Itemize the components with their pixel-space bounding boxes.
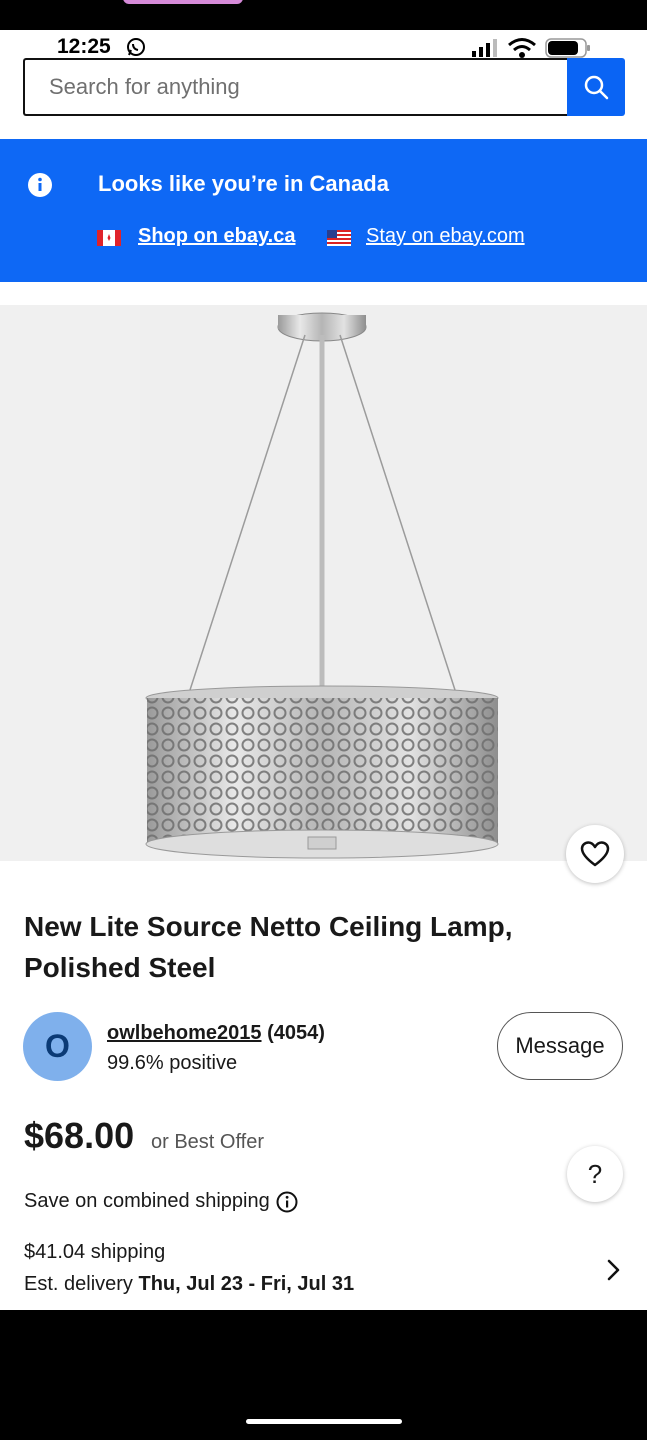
heart-icon <box>580 841 610 867</box>
seller-feedback-percent: 99.6% positive <box>107 1052 238 1074</box>
search-button[interactable] <box>567 58 625 116</box>
search-field[interactable] <box>23 58 569 116</box>
screen: 12:25 Search for anything Looks like you… <box>0 30 647 1310</box>
battery-icon <box>545 38 590 58</box>
product-image[interactable] <box>0 305 647 861</box>
product-title: New Lite Source Netto Ceiling Lamp, Poli… <box>24 911 513 983</box>
combined-shipping-label: Save on combined shipping <box>24 1190 270 1212</box>
item-price: $68.00 <box>24 1115 135 1156</box>
seller-feedback-score: (4054) <box>267 1022 325 1044</box>
delivery-dates: Thu, Jul 23 - Fri, Jul 31 <box>138 1273 355 1295</box>
wifi-icon <box>508 38 536 58</box>
pendant-lamp-image <box>140 305 510 861</box>
combined-shipping[interactable]: Save on combined shipping <box>24 1190 298 1213</box>
chevron-right-icon[interactable] <box>603 1258 623 1282</box>
estimated-delivery: Est. delivery Thu, Jul 23 - Fri, Jul 31 <box>24 1273 354 1296</box>
info-icon <box>28 173 52 197</box>
shop-ebay-ca-link[interactable]: Shop on ebay.ca <box>138 225 295 248</box>
best-offer-label: or Best Offer <box>151 1131 265 1153</box>
shipping-cost: $41.04 shipping <box>24 1241 166 1263</box>
whatsapp-icon <box>127 38 145 56</box>
message-seller-button[interactable]: Message <box>497 1012 623 1080</box>
search-input[interactable] <box>25 60 569 114</box>
canada-flag-icon <box>97 230 121 246</box>
stay-ebay-com-link[interactable]: Stay on ebay.com <box>366 225 525 248</box>
seller-info: owlbehome2015 (4054) <box>107 1022 325 1045</box>
us-flag-icon <box>327 230 351 246</box>
dynamic-island-indicator <box>123 0 243 4</box>
status-bar: 12:25 <box>0 30 647 60</box>
info-outline-icon[interactable] <box>276 1191 298 1213</box>
help-button[interactable]: ? <box>567 1146 623 1202</box>
seller-username-link[interactable]: owlbehome2015 <box>107 1022 262 1044</box>
seller-avatar[interactable]: O <box>23 1012 92 1081</box>
watchlist-heart-button[interactable] <box>566 825 624 883</box>
delivery-prefix: Est. delivery <box>24 1273 133 1295</box>
search-icon <box>584 75 609 100</box>
home-indicator[interactable] <box>246 1419 402 1424</box>
signal-icon <box>472 39 497 57</box>
location-message: Looks like you’re in Canada <box>98 171 389 196</box>
location-banner: Looks like you’re in Canada Shop on ebay… <box>0 139 647 282</box>
top-bezel <box>0 0 647 30</box>
status-time: 12:25 <box>57 35 111 58</box>
